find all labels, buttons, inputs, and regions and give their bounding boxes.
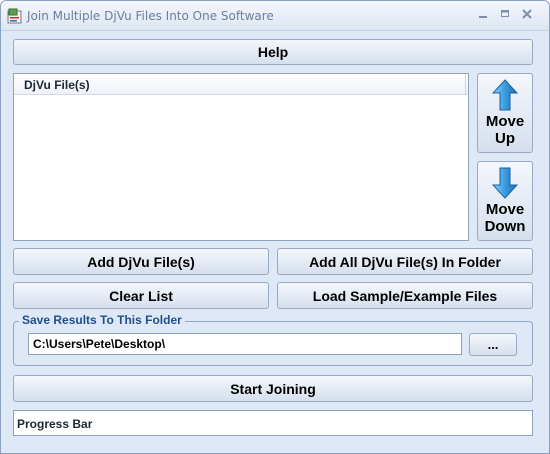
title-bar[interactable]: Join Multiple DjVu Files Into One Softwa…: [1, 1, 549, 31]
move-up-label-line2: Up: [495, 130, 515, 147]
browse-folder-button[interactable]: ...: [469, 333, 517, 356]
progress-label: Progress Bar: [17, 417, 93, 431]
arrow-down-icon: [492, 167, 518, 199]
minimize-icon[interactable]: [475, 7, 491, 21]
file-list-header: DjVu File(s): [14, 74, 468, 95]
move-down-button[interactable]: Move Down: [477, 161, 533, 241]
output-folder-input[interactable]: [28, 333, 462, 355]
add-folder-button[interactable]: Add All DjVu File(s) In Folder: [277, 248, 533, 275]
arrow-up-icon: [492, 79, 518, 111]
save-folder-legend: Save Results To This Folder: [19, 313, 185, 327]
app-window: Join Multiple DjVu Files Into One Softwa…: [0, 0, 550, 454]
load-sample-button[interactable]: Load Sample/Example Files: [277, 282, 533, 309]
maximize-icon[interactable]: [497, 7, 513, 21]
file-list[interactable]: DjVu File(s): [13, 73, 469, 241]
move-up-label-line1: Move: [485, 113, 525, 130]
move-up-button[interactable]: Move Up: [477, 73, 533, 153]
close-icon[interactable]: [519, 7, 535, 21]
window-title: Join Multiple DjVu Files Into One Softwa…: [27, 9, 274, 23]
help-button[interactable]: Help: [13, 39, 533, 65]
move-down-label-line1: Move: [485, 201, 525, 218]
add-djvu-files-button[interactable]: Add DjVu File(s): [13, 248, 269, 275]
column-header-filler: [466, 74, 468, 95]
move-down-label-line2: Down: [484, 218, 526, 235]
start-joining-button[interactable]: Start Joining: [13, 375, 533, 402]
column-header-djvu-files[interactable]: DjVu File(s): [14, 74, 466, 95]
clear-list-button[interactable]: Clear List: [13, 282, 269, 309]
progress-bar: Progress Bar: [13, 410, 533, 436]
file-list-body[interactable]: [14, 95, 468, 240]
app-icon: [7, 8, 23, 24]
